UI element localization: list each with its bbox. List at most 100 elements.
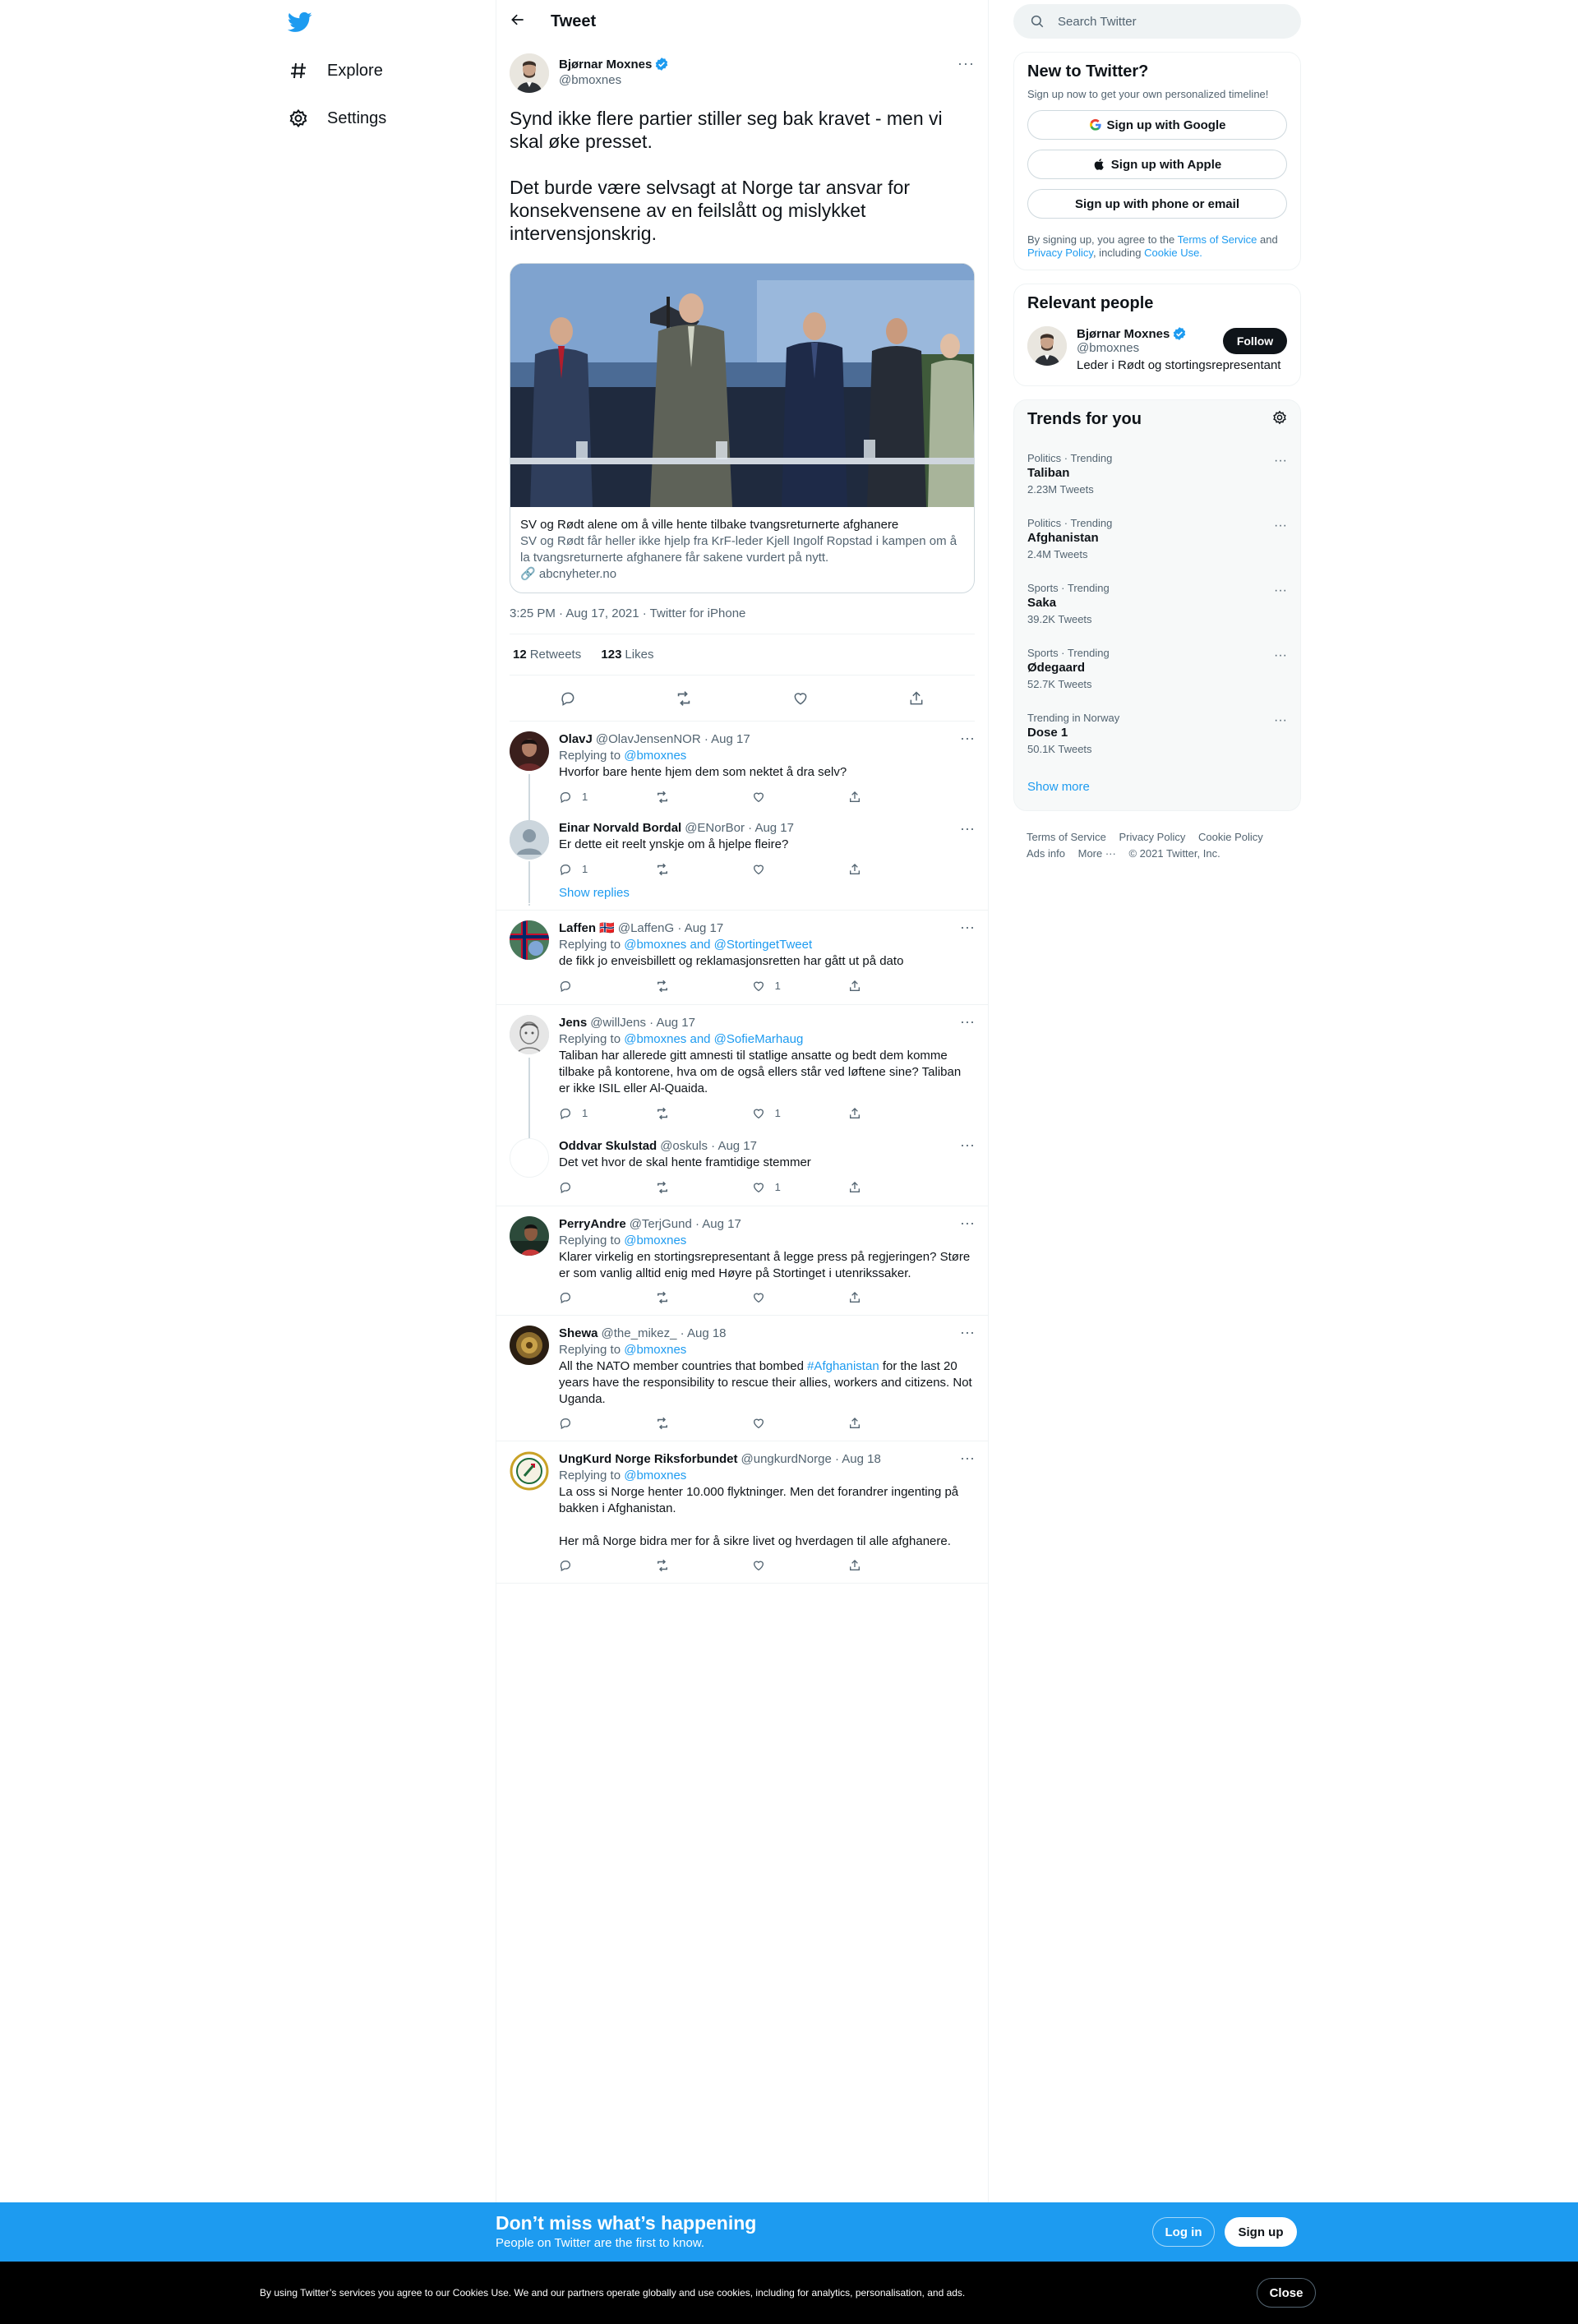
more-options-icon[interactable]: ···	[960, 1215, 975, 1231]
replying-to-handle[interactable]: @bmoxnes	[624, 1233, 686, 1247]
footer-ads-link[interactable]: Ads info	[1027, 847, 1065, 860]
retweet-action[interactable]	[655, 1179, 721, 1196]
reply-action[interactable]	[559, 1558, 625, 1573]
share-action[interactable]	[848, 789, 914, 805]
reply-author-name[interactable]: Oddvar Skulstad	[559, 1138, 657, 1155]
reply-action[interactable]	[559, 1416, 625, 1431]
cookie-link[interactable]: Cookie Use.	[1144, 247, 1202, 259]
reply-avatar[interactable]	[510, 731, 549, 771]
signup-button[interactable]: Sign up	[1225, 2217, 1297, 2247]
reply-author-name[interactable]: PerryAndre	[559, 1216, 626, 1233]
twitter-logo-icon[interactable]	[287, 10, 314, 36]
share-action[interactable]	[848, 861, 914, 878]
more-options-icon[interactable]: ···	[960, 1324, 975, 1340]
share-action[interactable]	[848, 1290, 914, 1305]
retweet-action[interactable]	[655, 1105, 721, 1122]
reply-meta[interactable]: @ENorBor · Aug 17	[685, 820, 794, 837]
replying-to-handle[interactable]: @bmoxnes and @StortingetTweet	[624, 938, 812, 952]
footer-more-link[interactable]: More ···	[1078, 847, 1116, 860]
tweet-timestamp[interactable]: 3:25 PM · Aug 17, 2021 · Twitter for iPh…	[510, 606, 975, 634]
more-options-icon[interactable]: ···	[960, 1013, 975, 1030]
author-name[interactable]: Bjørnar Moxnes	[559, 58, 652, 71]
reply-author-name[interactable]: UngKurd Norge Riksforbundet	[559, 1451, 738, 1468]
reply-item[interactable]: ··· Shewa @the_mikez_ · Aug 18 Replying t…	[496, 1316, 988, 1441]
more-options-icon[interactable]: ···	[957, 55, 975, 72]
reply-author-name[interactable]: Laffen 🇳🇴	[559, 920, 615, 937]
reply-item[interactable]: ··· Laffen 🇳🇴 @LaffenG · Aug 17 Replying …	[496, 911, 988, 1005]
more-options-icon[interactable]: ···	[1274, 454, 1287, 468]
share-action[interactable]	[848, 978, 914, 994]
trend-item[interactable]: Politics · Trending Afghanistan 2.4M Twe…	[1027, 517, 1287, 560]
reply-author-name[interactable]: Shewa	[559, 1326, 598, 1342]
hashtag-link[interactable]: #Afghanistan	[807, 1359, 879, 1373]
relevant-person[interactable]: Bjørnar Moxnes @bmoxnes Leder i Rødt og …	[1027, 326, 1287, 376]
share-action[interactable]	[848, 1558, 914, 1573]
show-more-link[interactable]: Show more	[1027, 780, 1287, 800]
more-options-icon[interactable]: ···	[960, 919, 975, 935]
reply-meta[interactable]: @willJens · Aug 17	[590, 1015, 695, 1031]
like-action[interactable]	[752, 1416, 818, 1431]
reply-icon[interactable]	[559, 689, 577, 708]
privacy-link[interactable]: Privacy Policy	[1027, 247, 1093, 259]
like-action[interactable]	[752, 861, 818, 878]
more-options-icon[interactable]: ···	[1274, 713, 1287, 728]
reply-meta[interactable]: @the_mikez_ · Aug 18	[602, 1326, 727, 1342]
follow-button[interactable]: Follow	[1223, 328, 1287, 354]
share-action[interactable]	[848, 1179, 914, 1196]
footer-privacy-link[interactable]: Privacy Policy	[1119, 831, 1185, 843]
terms-link[interactable]: Terms of Service	[1178, 233, 1257, 246]
author-avatar[interactable]	[510, 53, 549, 93]
likes-stat[interactable]: 123 Likes	[601, 648, 653, 662]
reply-item[interactable]: ··· UngKurd Norge Riksforbundet @ungkurdN…	[496, 1441, 988, 1584]
footer-terms-link[interactable]: Terms of Service	[1027, 831, 1106, 843]
login-button[interactable]: Log in	[1152, 2217, 1215, 2247]
retweets-stat[interactable]: 12 Retweets	[513, 648, 581, 662]
nav-explore[interactable]: Explore	[288, 54, 383, 87]
reply-avatar[interactable]	[510, 820, 549, 860]
reply-item[interactable]: ··· OlavJ @OlavJensenNOR · Aug 17 Replyin…	[496, 722, 988, 823]
like-action[interactable]	[752, 1558, 818, 1573]
reply-item[interactable]: ··· PerryAndre @TerjGund · Aug 17 Replyin…	[496, 1206, 988, 1316]
trend-item[interactable]: Sports · Trending Ødegaard 52.7K Tweets …	[1027, 647, 1287, 690]
reply-author-name[interactable]: Einar Norvald Bordal	[559, 820, 681, 837]
reply-item[interactable]: ··· Jens @willJens · Aug 17 Replying to @…	[496, 1005, 988, 1148]
relevant-person-name[interactable]: Bjørnar Moxnes	[1077, 327, 1170, 341]
more-options-icon[interactable]: ···	[1274, 583, 1287, 598]
like-action[interactable]	[752, 789, 818, 805]
reply-meta[interactable]: @OlavJensenNOR · Aug 17	[596, 731, 750, 748]
author-handle[interactable]: @bmoxnes	[559, 73, 975, 87]
like-action[interactable]: 1	[752, 1179, 818, 1196]
like-action[interactable]: 1	[752, 1105, 818, 1122]
reply-action[interactable]	[559, 1290, 625, 1305]
retweet-action[interactable]	[655, 1290, 721, 1305]
footer-cookie-link[interactable]: Cookie Policy	[1198, 831, 1263, 843]
trend-item[interactable]: Trending in Norway Dose 1 50.1K Tweets ·…	[1027, 712, 1287, 755]
trend-item[interactable]: Politics · Trending Taliban 2.23M Tweets…	[1027, 452, 1287, 496]
replying-to-handle[interactable]: @bmoxnes	[624, 1469, 686, 1482]
reply-author-name[interactable]: OlavJ	[559, 731, 593, 748]
search-bar[interactable]: Search Twitter	[1013, 4, 1301, 39]
reply-avatar[interactable]	[510, 1138, 549, 1178]
reply-avatar[interactable]	[510, 1015, 549, 1054]
more-options-icon[interactable]: ···	[960, 820, 975, 837]
reply-item[interactable]: ··· Oddvar Skulstad @oskuls · Aug 17 Det …	[496, 1128, 988, 1206]
like-icon[interactable]	[791, 689, 810, 708]
link-card[interactable]: SV og Rødt alene om å ville hente tilbak…	[510, 263, 975, 593]
reply-avatar[interactable]	[510, 920, 549, 960]
more-options-icon[interactable]: ···	[1274, 648, 1287, 663]
gear-icon[interactable]	[1272, 410, 1287, 429]
trend-item[interactable]: Sports · Trending Saka 39.2K Tweets ···	[1027, 582, 1287, 625]
show-replies-link[interactable]: Show replies	[496, 883, 988, 911]
reply-action[interactable]: 1	[559, 1105, 625, 1122]
reply-action[interactable]	[559, 978, 625, 994]
retweet-icon[interactable]	[675, 689, 693, 708]
signup-phone-button[interactable]: Sign up with phone or email	[1027, 189, 1287, 219]
avatar[interactable]	[1027, 326, 1067, 366]
search-input[interactable]: Search Twitter	[1058, 15, 1137, 29]
back-arrow-icon[interactable]	[510, 12, 529, 33]
retweet-action[interactable]	[655, 978, 721, 994]
reply-avatar[interactable]	[510, 1216, 549, 1256]
signup-apple-button[interactable]: Sign up with Apple	[1027, 150, 1287, 179]
reply-avatar[interactable]	[510, 1451, 549, 1491]
more-options-icon[interactable]: ···	[960, 730, 975, 746]
